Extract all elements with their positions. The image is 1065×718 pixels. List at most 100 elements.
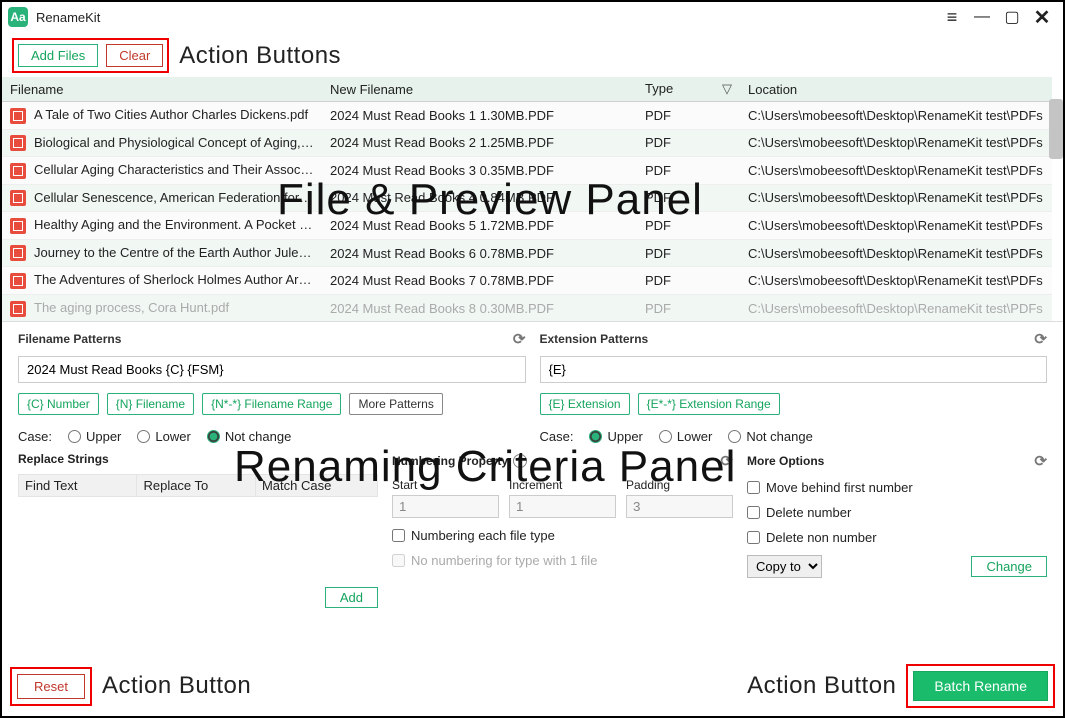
add-files-button[interactable]: Add Files: [18, 44, 98, 67]
filename-patterns-panel: Filename Patterns⟳ {C} Number {N} Filena…: [18, 330, 526, 444]
pdf-icon: [10, 301, 26, 317]
cell-filename: Cellular Senescence, American Federation…: [2, 184, 322, 212]
cell-location: C:\Users\mobeesoft\Desktop\RenameKit tes…: [740, 157, 1052, 185]
copyto-select[interactable]: Copy to: [747, 555, 822, 578]
reload-icon[interactable]: ⟳: [1034, 330, 1047, 348]
pattern-panels: Filename Patterns⟳ {C} Number {N} Filena…: [2, 322, 1063, 448]
tag-filename[interactable]: {N} Filename: [107, 393, 194, 415]
help-icon[interactable]: ?: [513, 454, 527, 468]
numbering-panel: Numbering Property?⟳ Start Increment Pad…: [392, 452, 733, 608]
maximize-icon[interactable]: ▢: [997, 5, 1027, 29]
chk-numbering-each[interactable]: Numbering each file type: [392, 528, 733, 543]
add-replace-button[interactable]: Add: [325, 587, 378, 608]
filename-pattern-input[interactable]: [18, 356, 526, 383]
table-row[interactable]: Healthy Aging and the Environment. A Poc…: [2, 212, 1052, 240]
chk-move-behind[interactable]: Move behind first number: [747, 480, 1047, 495]
replace-body: [18, 497, 378, 581]
cell-filename: Biological and Physiological Concept of …: [2, 129, 322, 157]
cell-newname: 2024 Must Read Books 2 1.25MB.PDF: [322, 129, 637, 157]
cell-location: C:\Users\mobeesoft\Desktop\RenameKit tes…: [740, 129, 1052, 157]
title-bar: Aa RenameKit ≡ — ▢ ✕: [2, 2, 1063, 32]
table-row[interactable]: The Adventures of Sherlock Holmes Author…: [2, 267, 1052, 295]
cell-type: PDF: [637, 157, 740, 185]
cell-filename: The Adventures of Sherlock Holmes Author…: [2, 267, 322, 295]
start-input[interactable]: [392, 495, 499, 518]
close-icon[interactable]: ✕: [1027, 5, 1057, 29]
pdf-icon: [10, 163, 26, 179]
minimize-icon[interactable]: —: [967, 5, 997, 29]
reload-icon[interactable]: ⟳: [720, 452, 733, 470]
cell-location: C:\Users\mobeesoft\Desktop\RenameKit tes…: [740, 239, 1052, 267]
batch-rename-button[interactable]: Batch Rename: [913, 671, 1048, 701]
app-title: RenameKit: [36, 10, 100, 25]
change-button[interactable]: Change: [971, 556, 1047, 577]
replace-strings-panel: Replace Strings Find Text Replace To Mat…: [18, 452, 378, 608]
cell-filename: Healthy Aging and the Environment. A Poc…: [2, 212, 322, 240]
tag-number[interactable]: {C} Number: [18, 393, 99, 415]
cell-newname: 2024 Must Read Books 5 1.72MB.PDF: [322, 212, 637, 240]
padding-label: Padding: [626, 478, 670, 492]
cell-newname: 2024 Must Read Books 8 0.30MB.PDF: [322, 294, 637, 322]
cell-location: C:\Users\mobeesoft\Desktop\RenameKit tes…: [740, 212, 1052, 240]
tag-extension-range[interactable]: {E*-*} Extension Range: [638, 393, 780, 415]
radio-upper[interactable]: Upper: [68, 429, 121, 444]
annotation-label: Action Button: [747, 672, 896, 700]
col-type[interactable]: Type▽: [637, 77, 740, 102]
col-replace: Replace To: [137, 475, 255, 497]
cell-newname: 2024 Must Read Books 6 0.78MB.PDF: [322, 239, 637, 267]
chk-delete-number[interactable]: Delete number: [747, 505, 1047, 520]
case-label: Case:: [540, 429, 574, 444]
chk-no-numbering-1[interactable]: No numbering for type with 1 file: [392, 553, 733, 568]
file-table: Filename New Filename Type▽ Location A T…: [2, 77, 1052, 322]
reset-button[interactable]: Reset: [17, 674, 85, 699]
more-options-panel: More Options ⟳ Move behind first number D…: [747, 452, 1047, 608]
cell-newname: 2024 Must Read Books 7 0.78MB.PDF: [322, 267, 637, 295]
chk-delete-non-number[interactable]: Delete non number: [747, 530, 1047, 545]
tag-more-patterns[interactable]: More Patterns: [349, 393, 442, 415]
filter-icon[interactable]: ▽: [722, 81, 732, 97]
cell-location: C:\Users\mobeesoft\Desktop\RenameKit tes…: [740, 184, 1052, 212]
cell-filename: A Tale of Two Cities Author Charles Dick…: [2, 102, 322, 130]
radio-notchange[interactable]: Not change: [207, 429, 292, 444]
tag-extension[interactable]: {E} Extension: [540, 393, 630, 415]
radio-lower[interactable]: Lower: [659, 429, 712, 444]
tag-filename-range[interactable]: {N*-*} Filename Range: [202, 393, 341, 415]
table-row[interactable]: Biological and Physiological Concept of …: [2, 129, 1052, 157]
table-row[interactable]: The aging process, Cora Hunt.pdf2024 Mus…: [2, 294, 1052, 322]
start-label: Start: [392, 478, 417, 492]
top-toolbar: Add Files Clear Action Buttons: [2, 32, 1063, 77]
table-row[interactable]: A Tale of Two Cities Author Charles Dick…: [2, 102, 1052, 130]
pdf-icon: [10, 218, 26, 234]
radio-notchange[interactable]: Not change: [728, 429, 813, 444]
replace-table: Find Text Replace To Match Case: [18, 474, 378, 497]
cell-filename: Cellular Aging Characteristics and Their…: [2, 157, 322, 185]
annotation-box: Add Files Clear: [12, 38, 169, 73]
col-filename[interactable]: Filename: [2, 77, 322, 102]
col-location[interactable]: Location: [740, 77, 1052, 102]
annotation-box: Reset: [10, 667, 92, 706]
table-row[interactable]: Cellular Senescence, American Federation…: [2, 184, 1052, 212]
cell-type: PDF: [637, 129, 740, 157]
reload-icon[interactable]: ⟳: [513, 330, 526, 348]
extension-pattern-input[interactable]: [540, 356, 1048, 383]
scrollbar-thumb[interactable]: [1049, 99, 1063, 159]
col-matchcase: Match Case: [255, 475, 377, 497]
menu-icon[interactable]: ≡: [937, 5, 967, 29]
table-row[interactable]: Cellular Aging Characteristics and Their…: [2, 157, 1052, 185]
table-row[interactable]: Journey to the Centre of the Earth Autho…: [2, 239, 1052, 267]
cell-type: PDF: [637, 102, 740, 130]
radio-lower[interactable]: Lower: [137, 429, 190, 444]
annotation-label: Action Button: [102, 672, 251, 700]
moreopt-title: More Options: [747, 454, 824, 468]
radio-upper[interactable]: Upper: [589, 429, 642, 444]
annotation-label: Action Buttons: [179, 42, 341, 70]
reload-icon[interactable]: ⟳: [1034, 452, 1047, 470]
case-label: Case:: [18, 429, 52, 444]
increment-input[interactable]: [509, 495, 616, 518]
padding-input[interactable]: [626, 495, 733, 518]
file-table-wrap: Filename New Filename Type▽ Location A T…: [2, 77, 1063, 322]
col-newfilename[interactable]: New Filename: [322, 77, 637, 102]
annotation-box: Batch Rename: [906, 664, 1055, 708]
clear-button[interactable]: Clear: [106, 44, 163, 67]
cell-filename: The aging process, Cora Hunt.pdf: [2, 294, 322, 322]
